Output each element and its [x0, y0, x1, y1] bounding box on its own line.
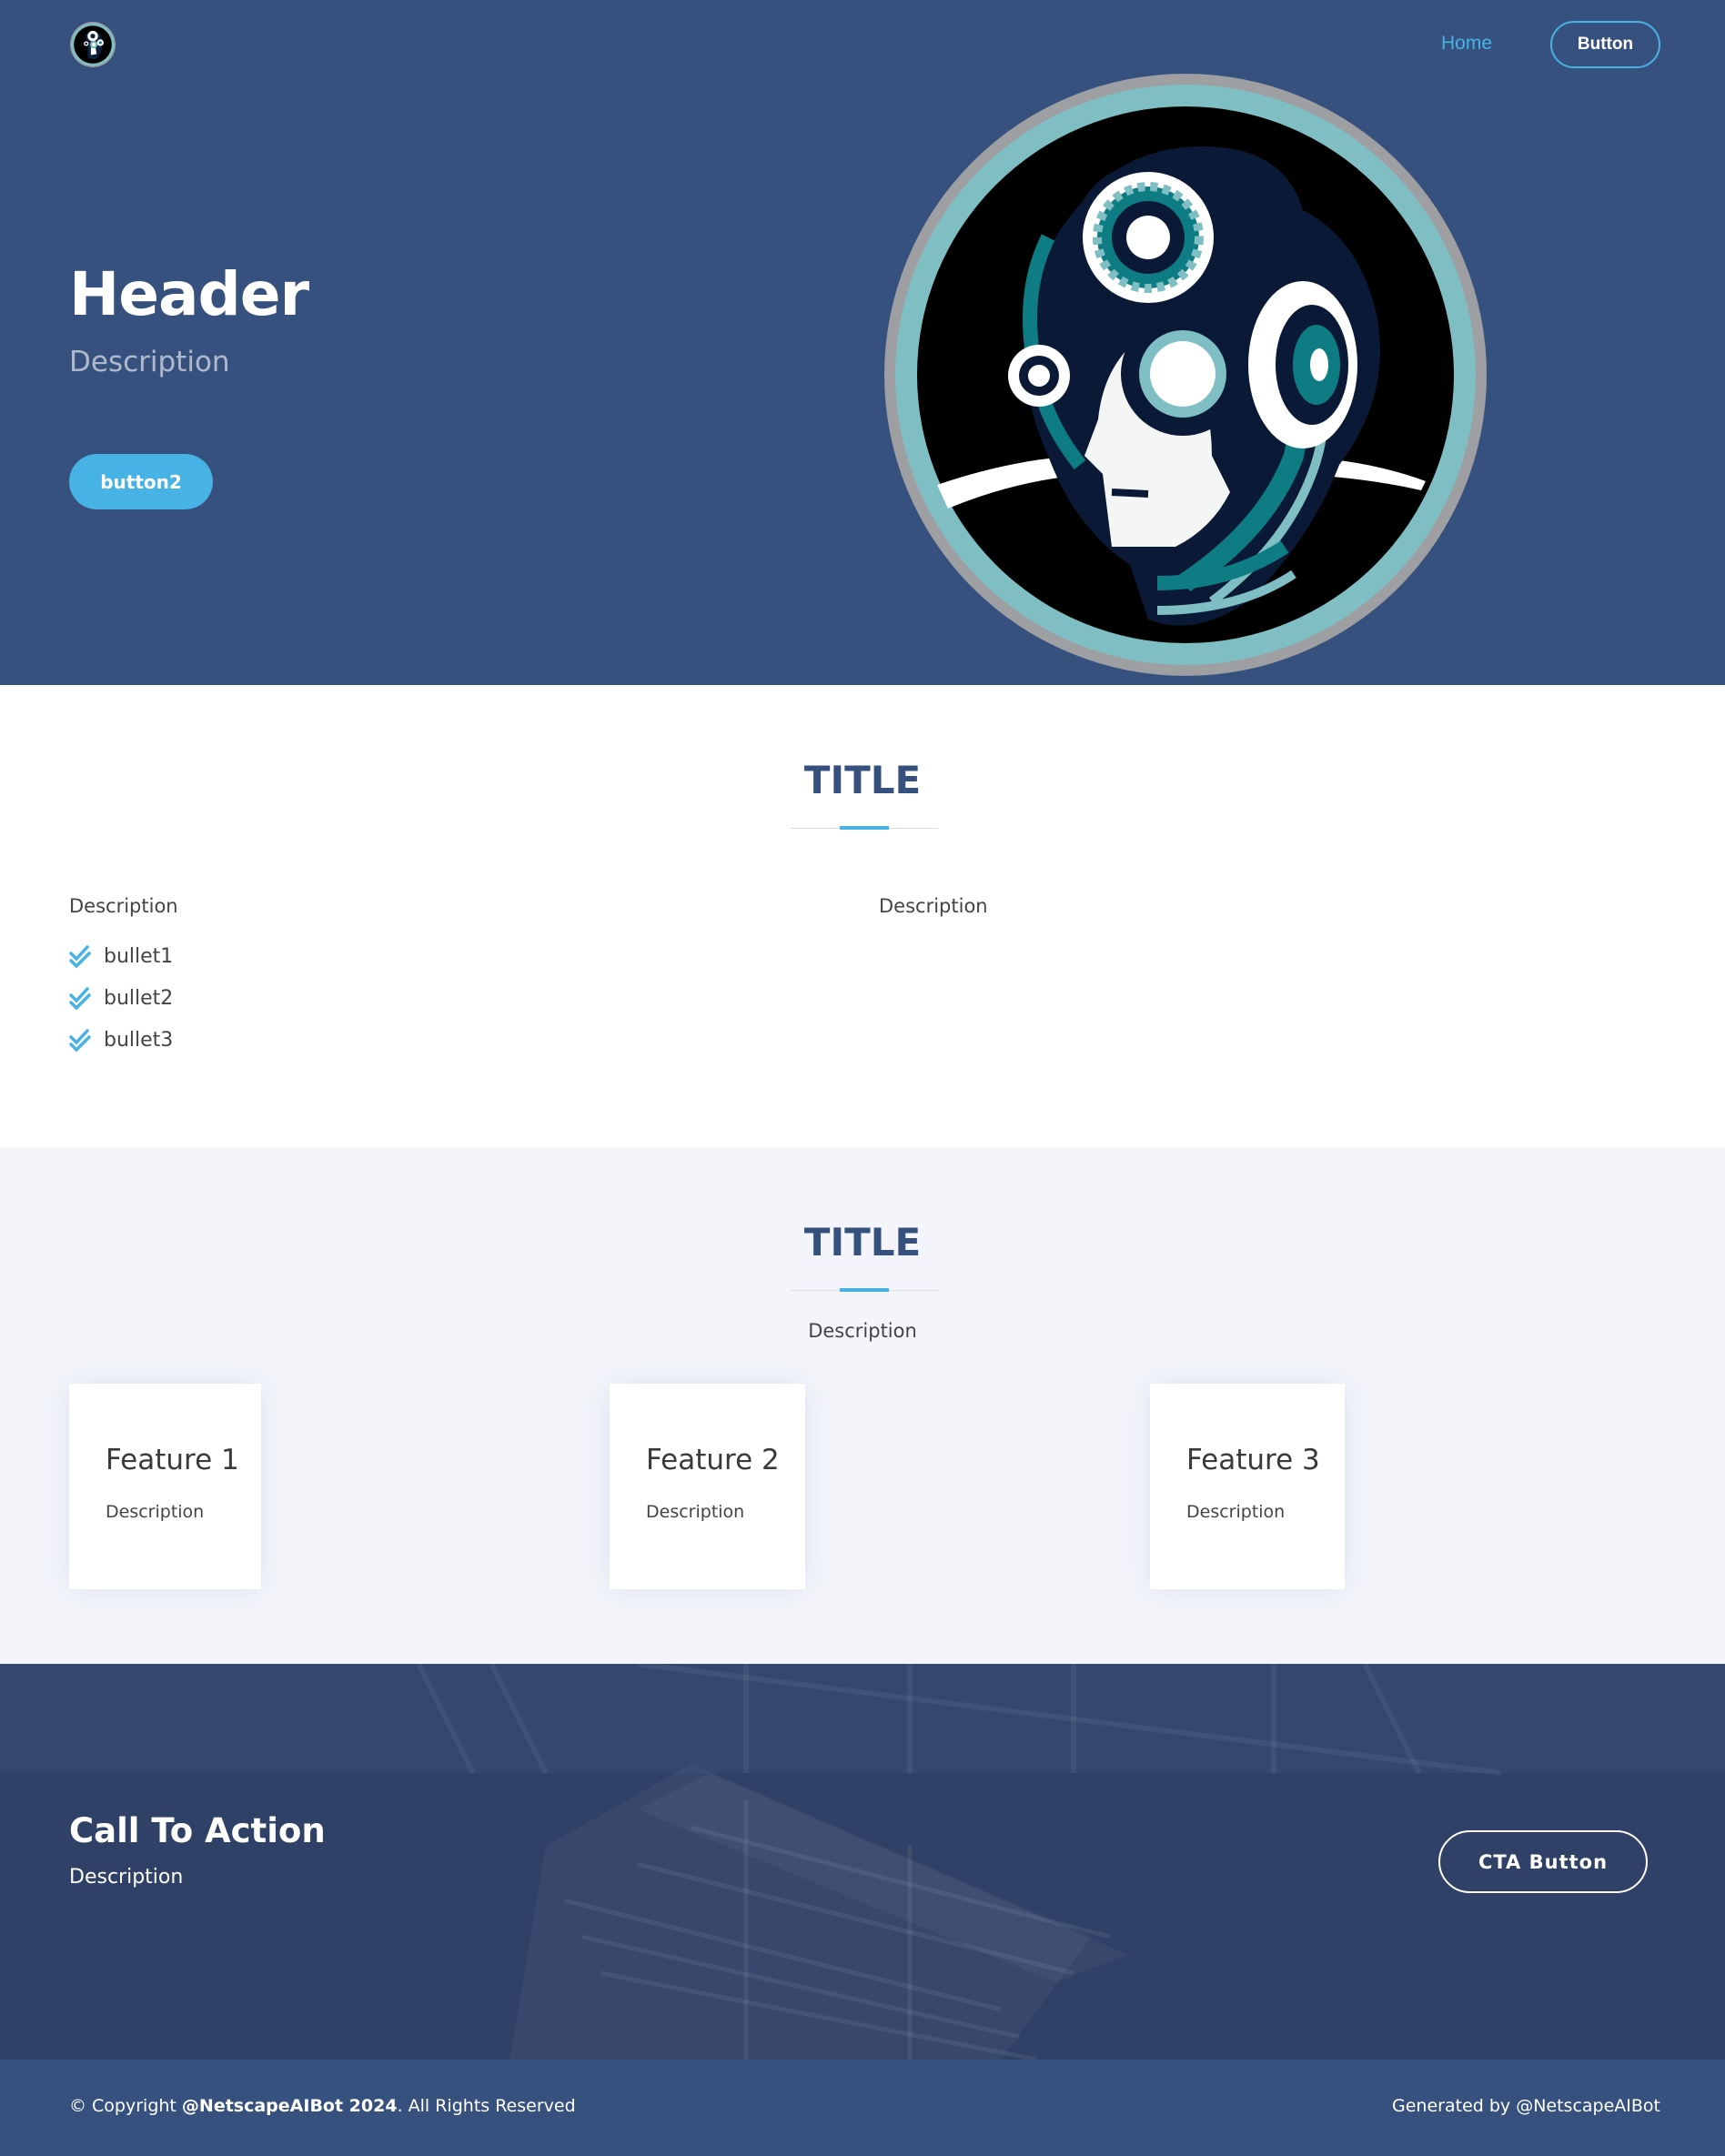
hero-description: Description	[69, 346, 230, 378]
about-title: TITLE	[803, 758, 922, 802]
feature-card-title: Feature 3	[1186, 1444, 1320, 1476]
double-check-icon	[69, 987, 91, 1010]
about-right-description: Description	[879, 895, 988, 917]
double-check-icon	[69, 945, 91, 968]
features-title-accent	[840, 1288, 889, 1292]
feature-card[interactable]: Feature 2 Description	[610, 1384, 805, 1589]
about-title-accent	[840, 826, 889, 830]
feature-card-title: Feature 1	[106, 1444, 239, 1476]
features-title: TITLE	[803, 1220, 922, 1264]
features-section: TITLE Description Feature 1 Description …	[0, 1147, 1725, 1664]
copyright-brand: @NetscapeAIBot 2024	[181, 2096, 398, 2116]
hero-section: Home Button Header Description button2	[0, 0, 1725, 685]
nav-button[interactable]: Button	[1550, 21, 1660, 68]
features-description: Description	[808, 1320, 917, 1342]
cta-title: Call To Action	[69, 1811, 326, 1850]
cta-section: Call To Action Description CTA Button	[0, 1664, 1725, 2060]
feature-card[interactable]: Feature 1 Description	[69, 1384, 261, 1589]
feature-card-description: Description	[1186, 1502, 1286, 1522]
cta-description: Description	[69, 1866, 184, 1889]
double-check-icon	[69, 1029, 91, 1052]
logo-icon[interactable]	[69, 21, 116, 68]
bullet-item: bullet1	[69, 944, 173, 968]
footer: © Copyright @NetscapeAIBot 2024. All Rig…	[0, 2060, 1725, 2156]
nav-home-link[interactable]: Home	[1441, 33, 1492, 55]
footer-copyright: © Copyright @NetscapeAIBot 2024. All Rig…	[69, 2096, 576, 2116]
feature-card-title: Feature 2	[646, 1444, 780, 1476]
feature-card-description: Description	[646, 1502, 745, 1522]
about-section: TITLE Description Description bullet1 bu…	[0, 685, 1725, 1147]
hero-button[interactable]: button2	[69, 454, 213, 509]
footer-generated-by: Generated by @NetscapeAIBot	[1392, 2096, 1660, 2116]
bullet-label: bullet3	[104, 1028, 174, 1052]
feature-card[interactable]: Feature 3 Description	[1150, 1384, 1345, 1589]
bullet-label: bullet1	[104, 944, 174, 968]
about-left-description: Description	[69, 895, 178, 917]
feature-card-description: Description	[106, 1502, 205, 1522]
copyright-prefix: © Copyright	[69, 2096, 182, 2116]
cta-button[interactable]: CTA Button	[1438, 1830, 1648, 1893]
hero-robot-illustration	[884, 74, 1487, 676]
hero-title: Header	[69, 259, 309, 329]
bullet-label: bullet2	[104, 986, 174, 1010]
copyright-suffix: . All Rights Reserved	[397, 2096, 576, 2116]
bullet-item: bullet3	[69, 1028, 173, 1052]
bullet-item: bullet2	[69, 986, 173, 1010]
